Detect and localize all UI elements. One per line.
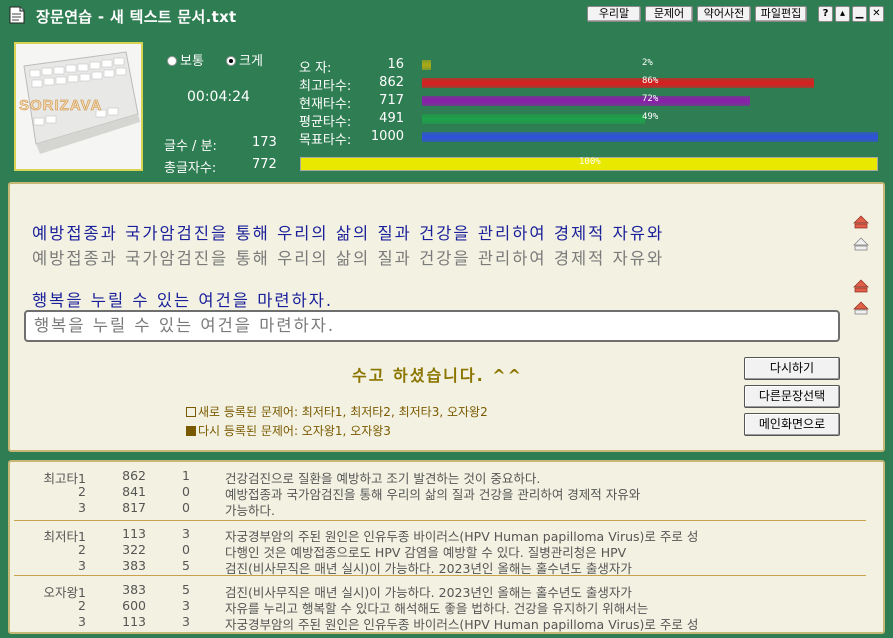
record-errors: 3 xyxy=(182,526,190,541)
record-score: 113 xyxy=(122,526,146,541)
record-category: 3 xyxy=(78,614,86,629)
record-score: 383 xyxy=(122,558,146,573)
window-title: 장문연습 - 새 텍스트 문서.txt xyxy=(36,8,237,26)
speed-value: 173 xyxy=(252,135,277,150)
stat-bar: 49% xyxy=(422,112,878,126)
stat-value: 491 xyxy=(379,111,404,126)
radio-normal-icon[interactable] xyxy=(167,56,177,66)
record-errors: 5 xyxy=(182,582,190,597)
record-category: 2 xyxy=(78,598,86,613)
new-words-text: 새로 등록된 문제어: 최저타1, 최저타2, 최저타3, 오자왕2 xyxy=(198,405,488,419)
again-problem-words: 다시 등록된 문제어: 오자왕1, 오자왕3 xyxy=(186,422,391,439)
mode-large-label: 크게 xyxy=(239,54,263,69)
record-score: 600 xyxy=(122,598,146,613)
source-line-1: 예방접종과 국가암검진을 통해 우리의 삶의 질과 건강을 관리하여 경제적 자… xyxy=(32,224,665,243)
stat-bar-fill xyxy=(422,132,878,142)
record-errors: 1 xyxy=(182,468,190,483)
record-category: 3 xyxy=(78,500,86,515)
record-score: 113 xyxy=(122,614,146,629)
record-text: 자궁경부암의 주된 원인은 인유두종 바이러스(HPV Human papill… xyxy=(225,617,699,632)
total-chars-value: 772 xyxy=(252,157,277,172)
stat-bar-fill xyxy=(422,78,815,88)
close-button[interactable]: ✕ xyxy=(869,6,884,22)
stat-bar-fill xyxy=(422,114,646,124)
source-line-2: 행복을 누릴 수 있는 여건을 마련하자. xyxy=(32,291,334,310)
file-edit-button[interactable]: 파일편집 xyxy=(755,6,807,22)
stat-bar-fill xyxy=(422,60,432,70)
elapsed-timer: 00:04:24 xyxy=(187,89,250,105)
typed-line-1: 예방접종과 국가암검진을 통해 우리의 삶의 질과 건강을 관리하여 경제적 자… xyxy=(32,249,665,268)
record-errors: 0 xyxy=(182,542,190,557)
mode-normal-label: 보통 xyxy=(180,54,204,69)
app-icon xyxy=(9,6,25,24)
keyboard-image-icon: SORIZAVA xyxy=(16,44,141,169)
record-text: 가능하다. xyxy=(225,503,275,518)
stat-value: 1000 xyxy=(370,129,404,144)
overall-progress-bar: 100% xyxy=(300,157,878,171)
record-score: 841 xyxy=(122,484,146,499)
korean-button[interactable]: 우리말 xyxy=(587,6,641,22)
stat-bar xyxy=(422,132,878,144)
stat-label: 현재타수: xyxy=(299,97,352,112)
record-errors: 3 xyxy=(182,614,190,629)
record-text: 예방접종과 국가암검진을 통해 우리의 삶의 질과 건강을 관리하여 경제적 자… xyxy=(225,487,641,502)
new-words-box-icon xyxy=(186,407,196,417)
record-errors: 0 xyxy=(182,484,190,499)
line2-up-icon[interactable] xyxy=(851,277,871,297)
other-sentence-button[interactable]: 다른문장선택 xyxy=(744,385,840,408)
again-words-box-icon xyxy=(186,426,196,436)
prev-line-up-icon[interactable] xyxy=(851,213,871,233)
records-separator-1 xyxy=(14,520,866,521)
next-line-up-icon[interactable] xyxy=(851,235,871,255)
retry-button[interactable]: 다시하기 xyxy=(744,357,840,380)
stat-bar: 72% xyxy=(422,94,878,108)
record-score: 383 xyxy=(122,582,146,597)
record-category: 2 xyxy=(78,484,86,499)
stat-bar-pct: 2% xyxy=(642,58,653,68)
speed-label: 글수 / 분: xyxy=(164,139,217,154)
mode-large-option[interactable]: 크게 xyxy=(226,50,263,69)
stat-value: 862 xyxy=(379,75,404,90)
record-score: 322 xyxy=(122,542,146,557)
record-category: 2 xyxy=(78,542,86,557)
record-category: 3 xyxy=(78,558,86,573)
stat-label: 목표타수: xyxy=(299,133,352,148)
record-errors: 3 xyxy=(182,598,190,613)
stat-bar: 86% xyxy=(422,76,878,90)
help-button[interactable]: ? xyxy=(818,6,833,22)
completion-message: 수고 하셨습니다. ^^ xyxy=(352,366,524,385)
stat-bar-pct: 49% xyxy=(642,112,659,122)
record-score: 817 xyxy=(122,500,146,515)
record-errors: 0 xyxy=(182,500,190,515)
record-errors: 5 xyxy=(182,558,190,573)
stat-label: 오 자: xyxy=(299,61,332,76)
line2-down-icon[interactable] xyxy=(851,299,871,319)
stat-bar-pct: 86% xyxy=(642,76,659,86)
stat-bar-pct: 72% xyxy=(642,94,659,104)
title-bar: 장문연습 - 새 텍스트 문서.txt 우리말 문제어 약어사전 파일편집 ? … xyxy=(0,0,893,32)
stat-value: 717 xyxy=(379,93,404,108)
again-words-text: 다시 등록된 문제어: 오자왕1, 오자왕3 xyxy=(198,424,391,438)
abbreviation-dictionary-button[interactable]: 약어사전 xyxy=(697,6,751,22)
typing-input[interactable]: 행복을 누릴 수 있는 여건을 마련하자. xyxy=(24,310,840,342)
problem-words-button[interactable]: 문제어 xyxy=(645,6,693,22)
stat-bar: 2% xyxy=(422,58,878,72)
minimize-button[interactable]: ▁ xyxy=(852,6,867,22)
stat-bar-fill xyxy=(422,96,751,106)
overall-progress-pct: 100% xyxy=(579,157,601,167)
keyboard-photo: SORIZAVA xyxy=(14,42,143,171)
total-chars-label: 총글자수: xyxy=(164,161,217,176)
mode-normal-option[interactable]: 보통 xyxy=(167,50,204,69)
stat-label: 평균타수: xyxy=(299,115,352,130)
logo-text: SORIZAVA xyxy=(19,97,102,114)
radio-large-icon[interactable] xyxy=(226,56,236,66)
scroll-up-button[interactable]: ▴ xyxy=(835,6,850,22)
stat-value: 16 xyxy=(387,57,404,72)
record-score: 862 xyxy=(122,468,146,483)
new-problem-words: 새로 등록된 문제어: 최저타1, 최저타2, 최저타3, 오자왕2 xyxy=(186,403,488,420)
records-separator-2 xyxy=(14,575,866,576)
main-menu-button[interactable]: 메인화면으로 xyxy=(744,413,840,436)
stat-label: 최고타수: xyxy=(299,79,352,94)
